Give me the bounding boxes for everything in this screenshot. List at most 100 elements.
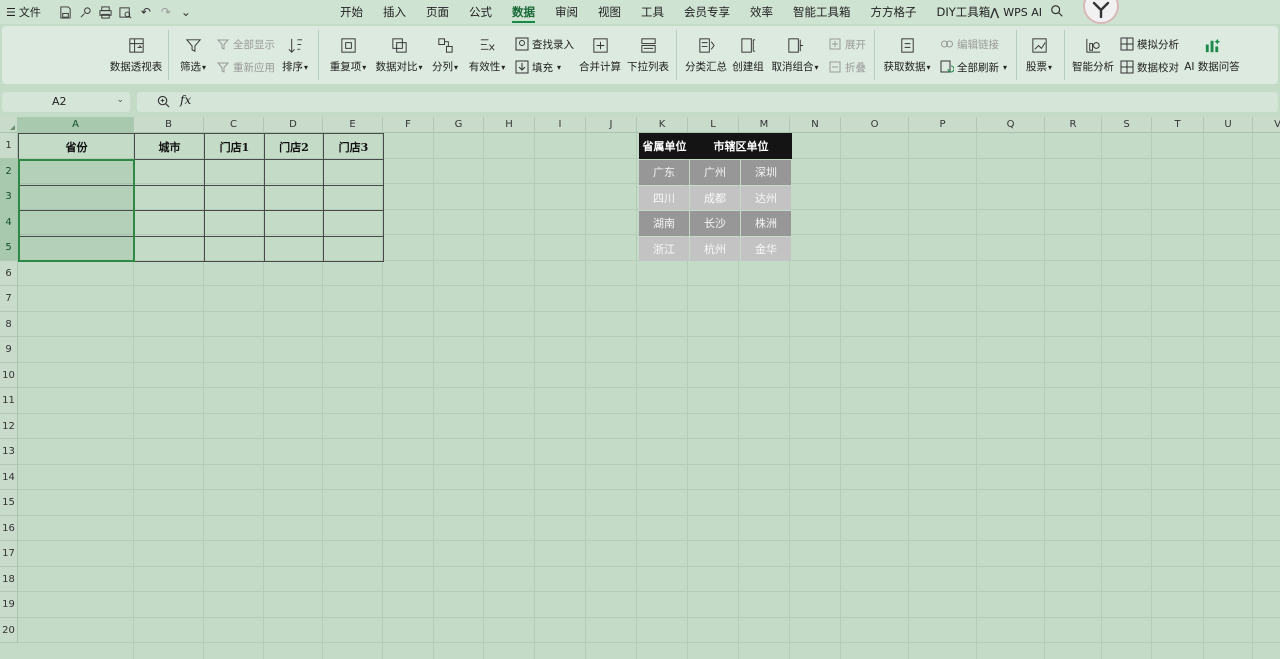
tab-fangfang[interactable]: 方方格子 <box>861 0 927 24</box>
ref-cell[interactable]: 达州 <box>741 185 791 210</box>
column-header-q[interactable]: Q <box>977 117 1045 133</box>
ref-cell[interactable]: 浙江 <box>639 236 689 261</box>
ref-cell[interactable]: 广东 <box>639 160 689 185</box>
validity-button[interactable]: 有效性▾ <box>466 26 508 84</box>
column-header-c[interactable]: C <box>204 117 264 133</box>
wps-ai-button[interactable]: ⋀ WPS AI <box>990 0 1042 24</box>
column-header-r[interactable]: R <box>1045 117 1102 133</box>
duplicates-button[interactable]: 重复项▾ <box>326 26 370 84</box>
table-cell[interactable] <box>264 184 324 211</box>
chevron-down-icon[interactable]: ⌄ <box>179 5 193 19</box>
ungroup-button[interactable]: 取消组合▾ <box>768 26 822 84</box>
data-compare-button[interactable]: 数据对比▾ <box>374 26 424 84</box>
header-city[interactable]: 城市 <box>134 133 205 160</box>
dropdown-list-button[interactable]: 下拉列表 <box>626 26 670 84</box>
column-header-b[interactable]: B <box>134 117 204 133</box>
table-cell[interactable] <box>323 184 384 211</box>
table-cell[interactable] <box>323 235 384 262</box>
select-all-corner[interactable] <box>0 117 18 133</box>
ref-cell[interactable]: 湖南 <box>639 211 689 236</box>
tab-smart-toolbox[interactable]: 智能工具箱 <box>783 0 861 24</box>
column-header-t[interactable]: T <box>1152 117 1204 133</box>
row-header-2[interactable]: 2 <box>0 158 18 184</box>
column-header-j[interactable]: J <box>586 117 637 133</box>
table-cell[interactable] <box>323 159 384 186</box>
file-menu[interactable]: ☰ 文件 <box>6 4 41 20</box>
row-header-18[interactable]: 18 <box>0 566 18 592</box>
row-header-11[interactable]: 11 <box>0 388 18 414</box>
column-header-o[interactable]: O <box>841 117 909 133</box>
row-header-12[interactable]: 12 <box>0 413 18 439</box>
row-header-9[interactable]: 9 <box>0 337 18 363</box>
fill-button[interactable]: 填充 ▾ <box>515 59 561 75</box>
row-header-19[interactable]: 19 <box>0 592 18 618</box>
ref-cell[interactable]: 深圳 <box>741 160 791 185</box>
refresh-all-button[interactable]: 全部刷新 ▾ <box>940 59 1007 75</box>
name-box[interactable]: A2 ⌄ <box>2 92 130 112</box>
filter-button[interactable]: 筛选▾ <box>176 26 210 84</box>
stocks-button[interactable]: 股票▾ <box>1022 26 1056 84</box>
search-icon[interactable] <box>1050 4 1066 20</box>
tab-member[interactable]: 会员专享 <box>674 0 740 24</box>
table-cell[interactable] <box>264 235 324 262</box>
column-header-h[interactable]: H <box>484 117 535 133</box>
show-all-button[interactable]: 全部显示 <box>216 36 275 52</box>
table-cell[interactable] <box>134 159 205 186</box>
edit-links-button[interactable]: 编辑链接 <box>940 36 999 52</box>
header-store3[interactable]: 门店3 <box>323 133 384 160</box>
tab-tools[interactable]: 工具 <box>631 0 674 24</box>
formula-input[interactable]: fx <box>137 92 1278 112</box>
collapse-button[interactable]: 折叠 <box>828 59 866 75</box>
ref-header-province-unit[interactable]: 省属单位 <box>639 133 690 159</box>
row-header-13[interactable]: 13 <box>0 439 18 465</box>
ref-cell[interactable]: 金华 <box>741 236 791 261</box>
tab-data[interactable]: 数据 <box>502 0 545 24</box>
ref-cell[interactable]: 长沙 <box>690 211 740 236</box>
row-header-14[interactable]: 14 <box>0 464 18 490</box>
column-header-g[interactable]: G <box>434 117 484 133</box>
undo-icon[interactable]: ↶ <box>139 5 153 19</box>
save-icon[interactable] <box>59 5 73 19</box>
what-if-analysis-button[interactable]: 模拟分析 <box>1120 36 1179 52</box>
column-header-l[interactable]: L <box>688 117 739 133</box>
tab-home[interactable]: 开始 <box>330 0 373 24</box>
row-header-20[interactable]: 20 <box>0 617 18 643</box>
tab-insert[interactable]: 插入 <box>373 0 416 24</box>
ref-cell[interactable]: 四川 <box>639 185 689 210</box>
tab-efficiency[interactable]: 效率 <box>740 0 783 24</box>
header-store1[interactable]: 门店1 <box>204 133 265 160</box>
share-icon[interactable] <box>79 5 93 19</box>
table-cell[interactable] <box>323 210 384 237</box>
column-header-p[interactable]: P <box>909 117 977 133</box>
row-header-4[interactable]: 4 <box>0 209 18 235</box>
row-header-8[interactable]: 8 <box>0 311 18 337</box>
data-check-button[interactable]: 数据校对 <box>1120 59 1179 75</box>
fx-icon[interactable]: fx <box>180 93 191 107</box>
sort-button[interactable]: 排序▾ <box>278 26 312 84</box>
column-header-f[interactable]: F <box>383 117 434 133</box>
ref-cell[interactable]: 株洲 <box>741 211 791 236</box>
row-header-5[interactable]: 5 <box>0 235 18 261</box>
ref-cell[interactable]: 广州 <box>690 160 740 185</box>
row-header-17[interactable]: 17 <box>0 541 18 567</box>
zoom-icon[interactable] <box>157 95 171 109</box>
tab-page[interactable]: 页面 <box>416 0 459 24</box>
row-header-15[interactable]: 15 <box>0 490 18 516</box>
tab-formula[interactable]: 公式 <box>459 0 502 24</box>
column-header-i[interactable]: I <box>535 117 586 133</box>
row-header-1[interactable]: 1 <box>0 133 18 159</box>
header-province[interactable]: 省份 <box>18 133 135 160</box>
column-header-m[interactable]: M <box>739 117 790 133</box>
row-header-7[interactable]: 7 <box>0 286 18 312</box>
ref-header-city-unit[interactable]: 市辖区单位 <box>690 133 792 159</box>
create-group-button[interactable]: 创建组 <box>730 26 766 84</box>
print-icon[interactable] <box>99 5 113 19</box>
expand-button[interactable]: 展开 <box>828 36 866 52</box>
avatar[interactable] <box>1083 0 1119 24</box>
consolidate-button[interactable]: 合并计算 <box>578 26 622 84</box>
ref-cell[interactable]: 杭州 <box>690 236 740 261</box>
reapply-button[interactable]: 重新应用 <box>216 59 275 75</box>
redo-icon[interactable]: ↷ <box>159 5 173 19</box>
row-header-6[interactable]: 6 <box>0 260 18 286</box>
column-header-e[interactable]: E <box>323 117 383 133</box>
